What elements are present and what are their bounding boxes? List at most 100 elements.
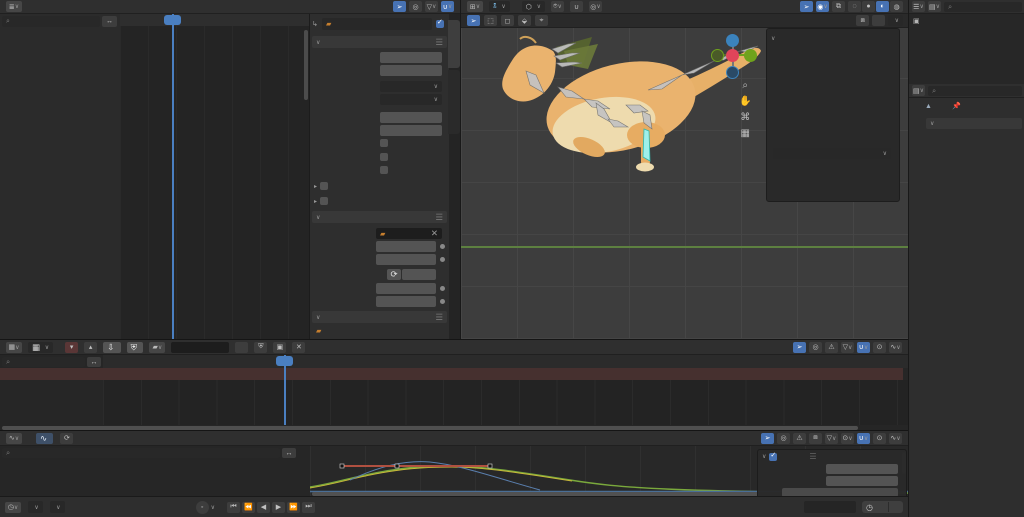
record-button[interactable]: ◦ <box>196 501 209 514</box>
cursor-x-field[interactable] <box>826 464 898 474</box>
action-users-button[interactable] <box>235 342 248 353</box>
use-preview-range-icon[interactable]: ◷ <box>866 503 873 512</box>
camera-view-icon[interactable]: ⌘ <box>739 112 751 123</box>
animated-influence-panel[interactable]: ▸ <box>314 182 331 190</box>
normalize-auto-refresh-icon[interactable]: ⟳ <box>60 433 73 444</box>
playback-dropdown[interactable]: ∨ <box>28 501 43 513</box>
tab-strip[interactable] <box>448 20 460 68</box>
keyframe-dot-icon[interactable] <box>440 299 445 304</box>
overlays-toggle-icon[interactable]: ◉∨ <box>816 1 829 12</box>
action-selector[interactable]: ▰ ✕ <box>376 228 442 239</box>
play-reverse-button[interactable]: ◀ <box>257 502 270 513</box>
auto-blend-checkbox[interactable] <box>380 139 388 147</box>
dopesheet-grid[interactable] <box>103 380 908 425</box>
properties-editor-type-icon[interactable]: ▤∨ <box>912 85 925 96</box>
sync-now-button[interactable] <box>402 269 436 280</box>
gr-proportional-icon[interactable]: ◎ <box>777 433 790 444</box>
action-clip-panel-header[interactable]: ∨ ☰ <box>312 211 447 223</box>
gr-warning-icon[interactable]: ⚠ <box>793 433 806 444</box>
grid-ortho-icon[interactable]: ▦ <box>739 128 751 139</box>
nla-ruler[interactable] <box>120 14 309 26</box>
keyframe-dot-icon[interactable] <box>440 257 445 262</box>
navigation-gizmo[interactable] <box>711 33 757 79</box>
nla-current-frame-badge[interactable] <box>164 15 181 25</box>
keying-dropdown[interactable]: ∨ <box>50 501 65 513</box>
tab-modifiers[interactable] <box>448 70 460 134</box>
properties-search-input[interactable]: ⌕ <box>928 86 1022 96</box>
summary-channel-row[interactable] <box>0 368 903 380</box>
strip-mute-checkbox[interactable] <box>436 20 444 28</box>
refresh-icon[interactable]: ⟳ <box>387 269 401 280</box>
nla-timeline[interactable] <box>120 14 309 339</box>
stash-button[interactable]: ⛨ <box>127 342 144 353</box>
dopesheet-editor-type-icon[interactable]: ▦∨ <box>6 342 22 353</box>
jump-to-start-button[interactable]: ⏮ <box>227 502 240 513</box>
tweak-tool-icon[interactable]: ➢ <box>467 15 480 26</box>
snap-magnet-icon[interactable]: ∪ <box>570 1 583 12</box>
cursor-tool-icon[interactable]: ⌖ <box>535 15 548 26</box>
dopesheet-search-input[interactable]: ⌕ <box>2 357 85 367</box>
gizmo-x-axis[interactable] <box>726 49 739 62</box>
gr-pivot-icon[interactable]: ⊙∨ <box>841 433 854 444</box>
select-circle-icon[interactable]: ◻ <box>501 15 514 26</box>
pan-hand-icon[interactable]: ✋ <box>739 96 751 107</box>
current-frame-field[interactable] <box>804 501 856 513</box>
snap-icon[interactable]: ∪∨ <box>441 1 454 12</box>
pushdown-button[interactable]: ⇩ <box>103 342 120 353</box>
ds-proportional-icon[interactable]: ◎ <box>809 342 822 353</box>
keyframe-dot-icon[interactable] <box>440 244 445 249</box>
ds-warning-icon[interactable]: ⚠ <box>825 342 838 353</box>
gizmo-y-neg-axis[interactable] <box>711 49 724 62</box>
gizmo-z-axis[interactable] <box>726 34 739 47</box>
action-panel-header[interactable]: ∨ ☰ <box>312 311 447 323</box>
mode-dropdown[interactable]: 🕱 ∨ <box>489 1 510 12</box>
blend-in-field[interactable] <box>380 112 442 123</box>
select-box-icon[interactable]: ⬚ <box>484 15 497 26</box>
jump-to-end-button[interactable]: ⏭ <box>302 502 315 513</box>
shading-rendered-icon[interactable]: ◍ <box>890 1 903 12</box>
mirror-x-button[interactable] <box>872 15 885 26</box>
clip-end-field[interactable] <box>376 254 436 265</box>
select-lasso-icon[interactable]: ⬙ <box>518 15 531 26</box>
select-tool-icon[interactable]: ➢ <box>393 1 406 12</box>
ds-interp-icon[interactable]: ∿∨ <box>889 342 902 353</box>
animated-time-panel[interactable]: ▸ <box>314 197 331 205</box>
ds-filter-icon[interactable]: ▽∨ <box>841 342 854 353</box>
normalize-button[interactable]: ∿ <box>36 433 53 444</box>
ghost-icon[interactable]: ▴ <box>84 342 97 353</box>
gr-frame-icon[interactable]: ⧈ <box>809 433 822 444</box>
gizmo-z-neg-axis[interactable] <box>726 66 739 79</box>
dopesheet-action-name[interactable] <box>171 342 229 353</box>
pose-options-dropdown[interactable]: ∨ <box>888 15 903 26</box>
ds-select-icon[interactable]: ➢ <box>793 342 806 353</box>
record-dropdown-icon[interactable]: ∨ <box>211 504 215 511</box>
proportional-edit-icon[interactable]: ◎ <box>409 1 422 12</box>
gizmo-toggle-icon[interactable]: ➢ <box>800 1 813 12</box>
timeline-editor-type-icon[interactable]: ◷∨ <box>5 502 21 513</box>
orientation-dropdown[interactable]: ⬡ ∨ <box>522 1 545 12</box>
graph-search-input[interactable]: ⌕ <box>2 448 280 458</box>
outliner-search-input[interactable]: ⌕ <box>944 2 1022 12</box>
nla-current-frame-line[interactable] <box>172 14 174 339</box>
fake-user-icon[interactable]: ⛨ <box>254 342 267 353</box>
viewport-3d[interactable]: ⊞∨ 🕱 ∨ ⬡ ∨ ⌾∨ ∪ ◎∨ ➢ ◉∨ ⧉ ◌ ● ◐ ◍ ➢ ⬚ <box>460 0 909 339</box>
new-action-icon[interactable]: ▣ <box>273 342 286 353</box>
proportional-icon[interactable]: ◎∨ <box>589 1 602 12</box>
action-browse-icon[interactable]: ▰∨ <box>149 342 165 353</box>
rotation-mode-dropdown[interactable]: ∨ <box>773 148 891 159</box>
scene-panel-header[interactable]: ∨ <box>926 118 1022 129</box>
dopesheet-mode-dropdown[interactable]: ▦ ∨ <box>28 342 53 353</box>
strip-name-field[interactable]: ▰ <box>322 18 432 30</box>
next-keyframe-button[interactable]: ⏩ <box>287 502 300 513</box>
cyclic-checkbox[interactable] <box>380 166 388 174</box>
graph-editor-type-icon[interactable]: ∿∨ <box>6 433 22 444</box>
shading-mode-buttons[interactable]: ◌ ● ◐ ◍ <box>848 1 903 12</box>
gizmo-y-axis[interactable] <box>744 49 757 62</box>
dopesheet-frame-all-icon[interactable]: ↔ <box>87 357 101 367</box>
repeat-field[interactable] <box>376 296 436 307</box>
gr-snap-icon[interactable]: ∪∨ <box>857 433 870 444</box>
gr-interp-icon[interactable]: ∿∨ <box>889 433 902 444</box>
dopesheet-current-frame-badge[interactable] <box>276 356 293 366</box>
play-button[interactable]: ▶ <box>272 502 285 513</box>
blend-method-dropdown[interactable]: ∨ <box>380 94 442 105</box>
